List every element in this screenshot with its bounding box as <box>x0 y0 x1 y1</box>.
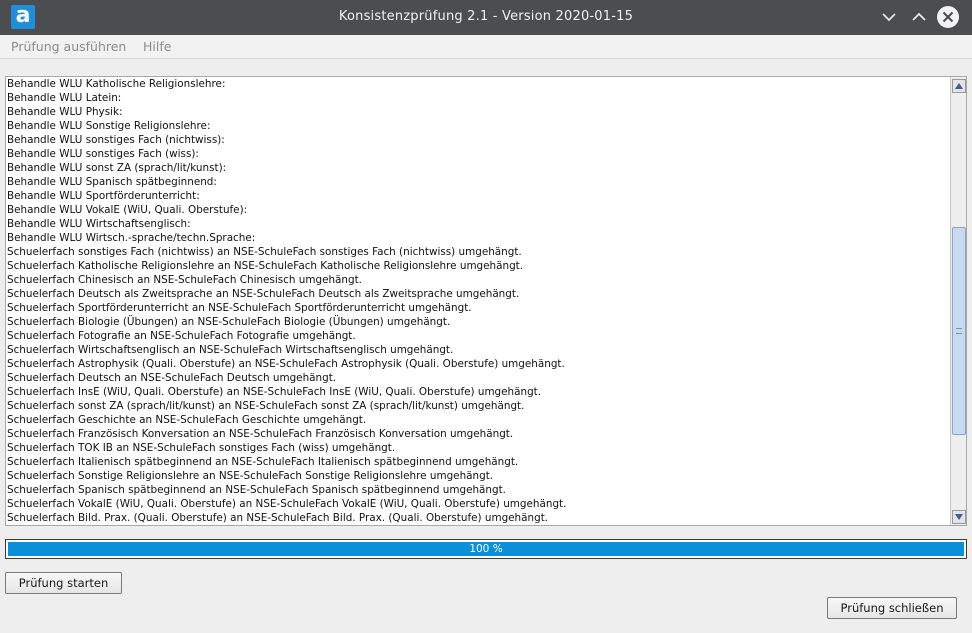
window-title: Konsistenzprüfung 2.1 - Version 2020-01-… <box>338 9 634 24</box>
log-line: Behandle WLU Sonstige Religionslehre: <box>7 120 211 132</box>
log-line: Behandle WLU sonstiges Fach (nichtwiss): <box>7 134 225 146</box>
log-output-panel[interactable]: Behandle WLU Katholische Religionslehre:… <box>5 76 967 526</box>
log-line: Schuelerfach Geschichte an NSE-SchuleFac… <box>7 414 367 426</box>
title-bar[interactable]: a Konsistenzprüfung 2.1 - Version 2020-0… <box>0 0 972 35</box>
log-line: Schuelerfach Fotografie an NSE-SchuleFac… <box>7 330 356 342</box>
scroll-down-button[interactable] <box>952 510 966 524</box>
log-line: Schuelerfach sonstiges Fach (nichtwiss) … <box>7 246 522 258</box>
log-line: Schuelerfach Katholische Religionslehre … <box>7 260 524 272</box>
progress-bar: 100 % <box>5 539 967 559</box>
log-line: Schuelerfach VokalE (WiU, Quali. Oberstu… <box>7 498 567 510</box>
grip-icon <box>956 328 962 334</box>
log-line: Schuelerfach Sportförderunterricht an NS… <box>7 302 472 314</box>
chevron-down-icon <box>882 13 896 22</box>
vertical-scrollbar[interactable] <box>950 77 966 525</box>
log-lines: Behandle WLU Katholische Religionslehre:… <box>7 77 947 525</box>
log-line: Schuelerfach Französisch Konversation an… <box>7 428 514 440</box>
log-line: Behandle WLU Wirtschaftsenglisch: <box>7 218 191 230</box>
menu-bar: Prüfung ausführen Hilfe <box>0 35 972 59</box>
log-line: Schuelerfach Sonstige Religionslehre an … <box>7 470 494 482</box>
log-line: Schuelerfach Deutsch als Zweitsprache an… <box>7 288 520 300</box>
log-line: Behandle WLU Spanisch spätbeginnend: <box>7 176 217 188</box>
log-line: Schuelerfach Bild. Prax. (Quali. Oberstu… <box>7 512 549 524</box>
chevron-up-icon <box>912 12 926 21</box>
progress-label: 100 % <box>469 543 503 555</box>
log-line: Schuelerfach Spanisch spätbeginnend an N… <box>7 484 506 496</box>
log-line: Schuelerfach sonst ZA (sprach/lit/kunst)… <box>7 400 525 412</box>
start-check-button[interactable]: Prüfung starten <box>5 572 122 594</box>
menu-hilfe[interactable]: Hilfe <box>143 39 171 54</box>
log-line: Behandle WLU sonst ZA (sprach/lit/kunst)… <box>7 162 227 174</box>
close-check-button[interactable]: Prüfung schließen <box>827 597 957 619</box>
log-line: Schuelerfach InsE (WiU, Quali. Oberstufe… <box>7 386 542 398</box>
log-line: Schuelerfach Deutsch an NSE-SchuleFach D… <box>7 372 337 384</box>
log-line: Behandle WLU Physik: <box>7 106 123 118</box>
log-line: Behandle WLU Wirtsch.-sprache/techn.Spra… <box>7 232 256 244</box>
log-line: Schuelerfach TOK IB an NSE-SchuleFach so… <box>7 442 396 454</box>
arrow-up-icon <box>955 83 963 89</box>
menu-pruefung-ausfuehren[interactable]: Prüfung ausführen <box>11 39 126 54</box>
close-window-button[interactable] <box>936 5 960 29</box>
close-circle-icon <box>937 6 959 28</box>
log-line: Schuelerfach Astrophysik (Quali. Oberstu… <box>7 358 565 370</box>
log-line: Schuelerfach Biologie (Übungen) an NSE-S… <box>7 316 451 328</box>
scroll-up-button[interactable] <box>952 79 966 93</box>
log-line: Behandle WLU Sportförderunterricht: <box>7 190 200 202</box>
arrow-down-icon <box>955 514 963 520</box>
log-line: Schuelerfach Chinesisch an NSE-SchuleFac… <box>7 274 362 286</box>
log-line: Behandle WLU Latein: <box>7 92 122 104</box>
log-line: Schuelerfach Wirtschaftsenglisch an NSE-… <box>7 344 454 356</box>
log-line: Schuelerfach Italienisch spätbeginnend a… <box>7 456 519 468</box>
log-line: Behandle WLU Katholische Religionslehre: <box>7 78 226 90</box>
log-line: Behandle WLU sonstiges Fach (wiss): <box>7 148 199 160</box>
maximize-button[interactable] <box>907 5 931 29</box>
scrollbar-thumb[interactable] <box>952 227 966 435</box>
minimize-button[interactable] <box>877 5 901 29</box>
log-line: Behandle WLU VokalE (WiU, Quali. Oberstu… <box>7 204 248 216</box>
